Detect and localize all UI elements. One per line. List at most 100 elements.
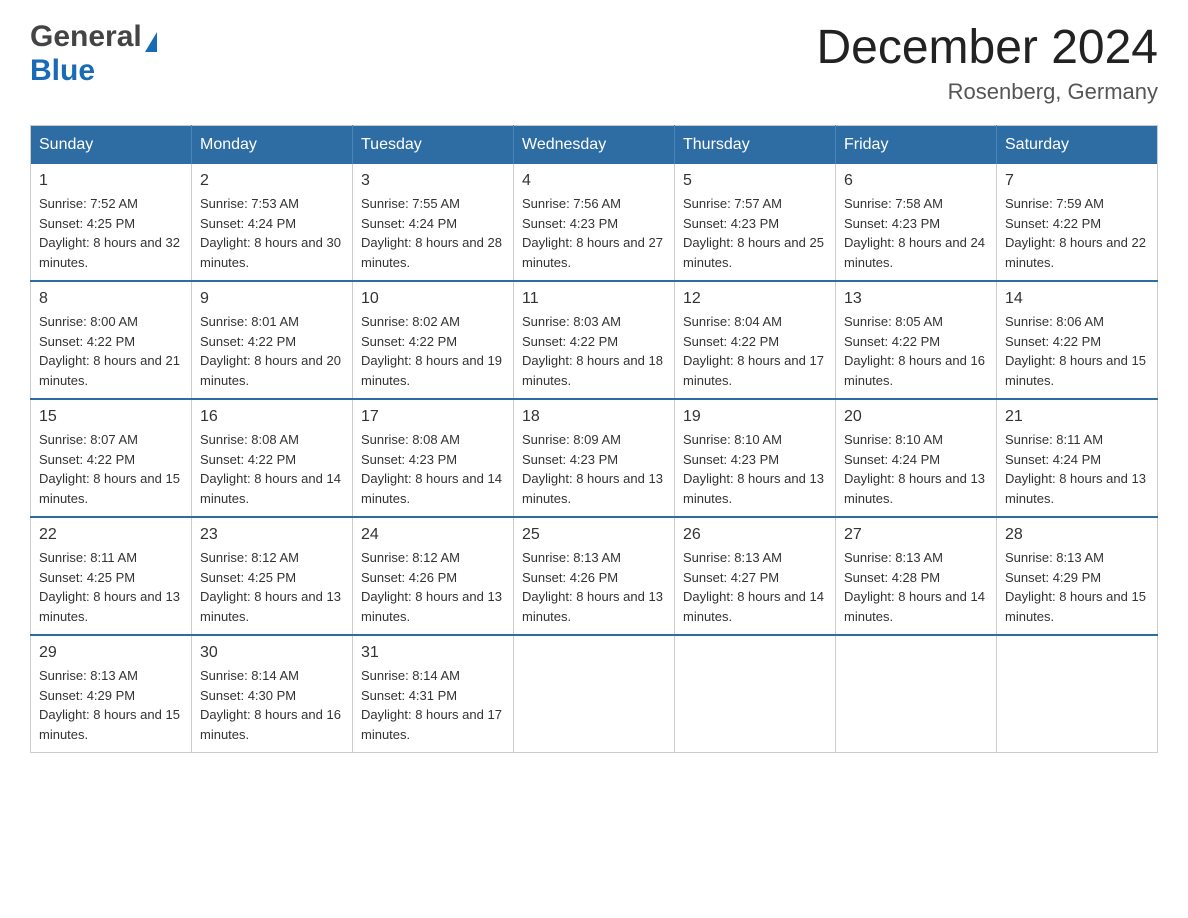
- day-info: Sunrise: 7:53 AMSunset: 4:24 PMDaylight:…: [200, 194, 344, 272]
- day-number: 30: [200, 644, 344, 662]
- logo-general-text: General: [30, 20, 142, 54]
- calendar-cell: 7 Sunrise: 7:59 AMSunset: 4:22 PMDaylight…: [997, 164, 1158, 281]
- day-number: 9: [200, 290, 344, 308]
- day-number: 25: [522, 526, 666, 544]
- calendar-cell: 17 Sunrise: 8:08 AMSunset: 4:23 PMDayligh…: [353, 399, 514, 517]
- day-info: Sunrise: 7:55 AMSunset: 4:24 PMDaylight:…: [361, 194, 505, 272]
- day-info: Sunrise: 8:11 AMSunset: 4:25 PMDaylight:…: [39, 548, 183, 626]
- calendar-cell: 1Sunrise: 7:52 AMSunset: 4:25 PMDaylight…: [31, 164, 192, 281]
- calendar-cell: 2 Sunrise: 7:53 AMSunset: 4:24 PMDaylight…: [192, 164, 353, 281]
- day-number: 28: [1005, 526, 1149, 544]
- calendar-cell: 27Sunrise: 8:13 AMSunset: 4:28 PMDayligh…: [836, 517, 997, 635]
- calendar-cell: 12Sunrise: 8:04 AMSunset: 4:22 PMDayligh…: [675, 281, 836, 399]
- calendar-cell: [514, 635, 675, 753]
- day-info: Sunrise: 8:00 AMSunset: 4:22 PMDaylight:…: [39, 312, 183, 390]
- header-wednesday: Wednesday: [514, 126, 675, 165]
- header-sunday: Sunday: [31, 126, 192, 165]
- day-info: Sunrise: 8:13 AMSunset: 4:26 PMDaylight:…: [522, 548, 666, 626]
- day-number: 22: [39, 526, 183, 544]
- day-info: Sunrise: 8:04 AMSunset: 4:22 PMDaylight:…: [683, 312, 827, 390]
- logo-triangle-icon: [145, 32, 157, 52]
- calendar-cell: 30 Sunrise: 8:14 AMSunset: 4:30 PMDayligh…: [192, 635, 353, 753]
- day-info: Sunrise: 8:13 AMSunset: 4:29 PMDaylight:…: [39, 666, 183, 744]
- day-number: 26: [683, 526, 827, 544]
- calendar-cell: 24 Sunrise: 8:12 AMSunset: 4:26 PMDayligh…: [353, 517, 514, 635]
- calendar-cell: 4 Sunrise: 7:56 AMSunset: 4:23 PMDaylight…: [514, 164, 675, 281]
- day-info: Sunrise: 8:07 AMSunset: 4:22 PMDaylight:…: [39, 430, 183, 508]
- calendar-week-row: 1Sunrise: 7:52 AMSunset: 4:25 PMDaylight…: [31, 164, 1158, 281]
- logo: General Blue: [30, 20, 157, 88]
- day-info: Sunrise: 8:01 AMSunset: 4:22 PMDaylight:…: [200, 312, 344, 390]
- day-info: Sunrise: 7:59 AMSunset: 4:22 PMDaylight:…: [1005, 194, 1149, 272]
- day-number: 17: [361, 408, 505, 426]
- day-number: 4: [522, 172, 666, 190]
- calendar-week-row: 29 Sunrise: 8:13 AMSunset: 4:29 PMDayligh…: [31, 635, 1158, 753]
- calendar-cell: 5Sunrise: 7:57 AMSunset: 4:23 PMDaylight…: [675, 164, 836, 281]
- day-number: 29: [39, 644, 183, 662]
- day-number: 18: [522, 408, 666, 426]
- calendar-cell: 19 Sunrise: 8:10 AMSunset: 4:23 PMDayligh…: [675, 399, 836, 517]
- calendar-cell: 9 Sunrise: 8:01 AMSunset: 4:22 PMDaylight…: [192, 281, 353, 399]
- header-tuesday: Tuesday: [353, 126, 514, 165]
- calendar-cell: 14Sunrise: 8:06 AMSunset: 4:22 PMDayligh…: [997, 281, 1158, 399]
- calendar-week-row: 15Sunrise: 8:07 AMSunset: 4:22 PMDayligh…: [31, 399, 1158, 517]
- calendar-cell: [836, 635, 997, 753]
- day-number: 3: [361, 172, 505, 190]
- day-info: Sunrise: 8:10 AMSunset: 4:23 PMDaylight:…: [683, 430, 827, 508]
- day-info: Sunrise: 8:08 AMSunset: 4:23 PMDaylight:…: [361, 430, 505, 508]
- calendar-cell: [997, 635, 1158, 753]
- day-info: Sunrise: 8:13 AMSunset: 4:28 PMDaylight:…: [844, 548, 988, 626]
- day-info: Sunrise: 8:02 AMSunset: 4:22 PMDaylight:…: [361, 312, 505, 390]
- calendar-header-row: SundayMondayTuesdayWednesdayThursdayFrid…: [31, 126, 1158, 165]
- calendar-cell: 16 Sunrise: 8:08 AMSunset: 4:22 PMDayligh…: [192, 399, 353, 517]
- header-thursday: Thursday: [675, 126, 836, 165]
- day-number: 31: [361, 644, 505, 662]
- day-info: Sunrise: 7:58 AMSunset: 4:23 PMDaylight:…: [844, 194, 988, 272]
- calendar-cell: 10 Sunrise: 8:02 AMSunset: 4:22 PMDayligh…: [353, 281, 514, 399]
- day-info: Sunrise: 8:14 AMSunset: 4:30 PMDaylight:…: [200, 666, 344, 744]
- calendar-week-row: 8Sunrise: 8:00 AMSunset: 4:22 PMDaylight…: [31, 281, 1158, 399]
- day-info: Sunrise: 8:05 AMSunset: 4:22 PMDaylight:…: [844, 312, 988, 390]
- day-number: 21: [1005, 408, 1149, 426]
- calendar-cell: 11Sunrise: 8:03 AMSunset: 4:22 PMDayligh…: [514, 281, 675, 399]
- day-number: 16: [200, 408, 344, 426]
- day-info: Sunrise: 8:14 AMSunset: 4:31 PMDaylight:…: [361, 666, 505, 744]
- day-info: Sunrise: 8:13 AMSunset: 4:29 PMDaylight:…: [1005, 548, 1149, 626]
- day-number: 11: [522, 290, 666, 308]
- calendar-cell: 26Sunrise: 8:13 AMSunset: 4:27 PMDayligh…: [675, 517, 836, 635]
- calendar-week-row: 22 Sunrise: 8:11 AMSunset: 4:25 PMDayligh…: [31, 517, 1158, 635]
- day-number: 2: [200, 172, 344, 190]
- calendar-cell: 13 Sunrise: 8:05 AMSunset: 4:22 PMDayligh…: [836, 281, 997, 399]
- day-info: Sunrise: 8:12 AMSunset: 4:25 PMDaylight:…: [200, 548, 344, 626]
- calendar-cell: 31 Sunrise: 8:14 AMSunset: 4:31 PMDayligh…: [353, 635, 514, 753]
- calendar-cell: 6 Sunrise: 7:58 AMSunset: 4:23 PMDaylight…: [836, 164, 997, 281]
- calendar-cell: 25 Sunrise: 8:13 AMSunset: 4:26 PMDayligh…: [514, 517, 675, 635]
- calendar-cell: 15Sunrise: 8:07 AMSunset: 4:22 PMDayligh…: [31, 399, 192, 517]
- calendar-cell: [675, 635, 836, 753]
- page-header: General Blue December 2024 Rosenberg, Ge…: [30, 20, 1158, 105]
- day-number: 7: [1005, 172, 1149, 190]
- logo-blue-text: Blue: [30, 54, 95, 88]
- header-monday: Monday: [192, 126, 353, 165]
- day-info: Sunrise: 7:56 AMSunset: 4:23 PMDaylight:…: [522, 194, 666, 272]
- day-number: 10: [361, 290, 505, 308]
- day-number: 13: [844, 290, 988, 308]
- header-friday: Friday: [836, 126, 997, 165]
- calendar-cell: 18 Sunrise: 8:09 AMSunset: 4:23 PMDayligh…: [514, 399, 675, 517]
- calendar-cell: 8Sunrise: 8:00 AMSunset: 4:22 PMDaylight…: [31, 281, 192, 399]
- day-info: Sunrise: 7:57 AMSunset: 4:23 PMDaylight:…: [683, 194, 827, 272]
- day-number: 19: [683, 408, 827, 426]
- day-info: Sunrise: 8:08 AMSunset: 4:22 PMDaylight:…: [200, 430, 344, 508]
- month-title: December 2024: [816, 20, 1158, 75]
- day-info: Sunrise: 8:09 AMSunset: 4:23 PMDaylight:…: [522, 430, 666, 508]
- day-info: Sunrise: 8:11 AMSunset: 4:24 PMDaylight:…: [1005, 430, 1149, 508]
- calendar-cell: 3 Sunrise: 7:55 AMSunset: 4:24 PMDaylight…: [353, 164, 514, 281]
- day-info: Sunrise: 8:12 AMSunset: 4:26 PMDaylight:…: [361, 548, 505, 626]
- day-number: 6: [844, 172, 988, 190]
- day-number: 24: [361, 526, 505, 544]
- calendar-cell: 22 Sunrise: 8:11 AMSunset: 4:25 PMDayligh…: [31, 517, 192, 635]
- day-number: 23: [200, 526, 344, 544]
- location-title: Rosenberg, Germany: [816, 79, 1158, 105]
- day-info: Sunrise: 7:52 AMSunset: 4:25 PMDaylight:…: [39, 194, 183, 272]
- header-saturday: Saturday: [997, 126, 1158, 165]
